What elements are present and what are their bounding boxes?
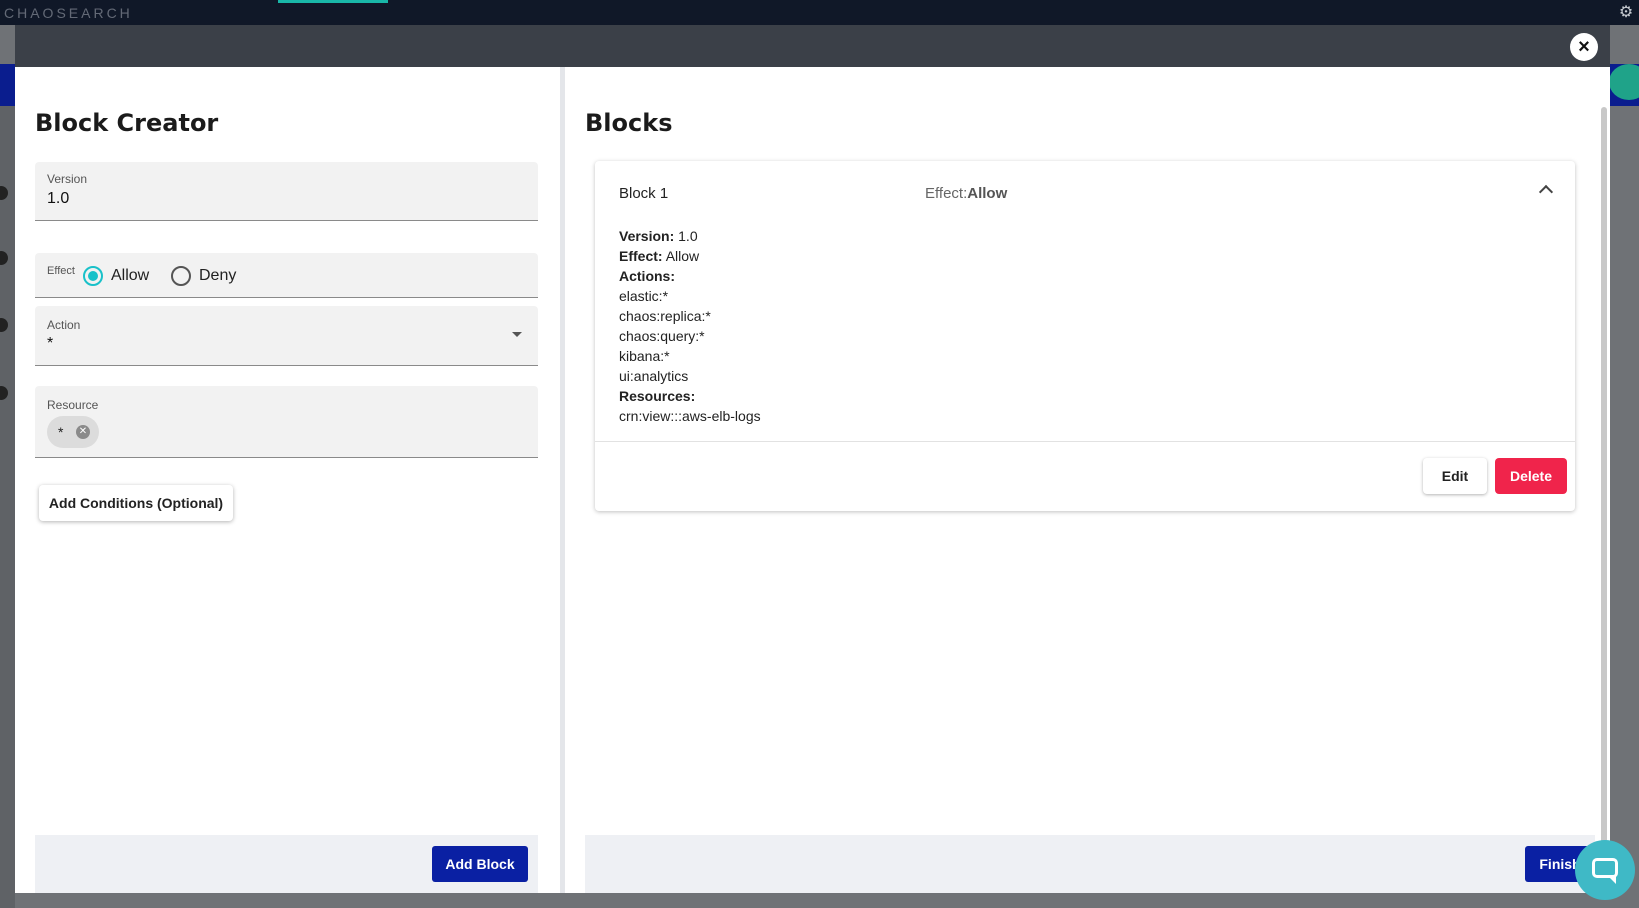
effect-deny-radio[interactable]: Deny <box>171 266 236 286</box>
chevron-up-icon[interactable] <box>1538 184 1554 200</box>
add-conditions-button[interactable]: Add Conditions (Optional) <box>39 485 233 521</box>
detail-actions-label: Actions: <box>619 266 761 286</box>
effect-allow-radio[interactable]: Allow <box>83 266 149 286</box>
background-app-title: CHAOSEARCH <box>4 5 133 21</box>
block-creator-footer: Add Block <box>35 835 538 893</box>
resource-label: Resource <box>47 398 99 412</box>
effect-deny-label: Deny <box>199 267 237 284</box>
version-label: Version <box>47 172 88 186</box>
blocks-footer: Finish <box>585 835 1595 893</box>
block-effect-summary: Effect:Allow <box>925 185 1007 202</box>
version-value[interactable]: 1.0 <box>47 190 69 208</box>
detail-effect: Effect: Allow <box>619 246 761 266</box>
action-select[interactable]: Action * <box>35 306 538 366</box>
detail-resources-label: Resources: <box>619 386 761 406</box>
scrollbar[interactable] <box>1601 107 1607 867</box>
gear-icon: ⚙ <box>1618 4 1634 21</box>
detail-actions-label-text: Actions: <box>619 268 675 284</box>
block-card: Block 1 Effect:Allow Version: 1.0 Effect… <box>595 161 1575 511</box>
resource-field[interactable]: Resource * ✕ <box>35 386 538 458</box>
remove-chip-icon[interactable]: ✕ <box>76 425 90 439</box>
chat-icon[interactable] <box>1575 840 1635 900</box>
block-creator-title: Block Creator <box>35 109 219 137</box>
block-details: Version: 1.0 Effect: Allow Actions: elas… <box>619 226 761 426</box>
add-block-button[interactable]: Add Block <box>432 846 528 882</box>
block-effect-value: Allow <box>967 185 1008 202</box>
version-field[interactable]: Version 1.0 <box>35 162 538 221</box>
action-label: Action <box>47 318 81 332</box>
detail-action-item: elastic:* <box>619 288 669 304</box>
modal-header <box>15 25 1610 67</box>
action-value: * <box>47 335 54 352</box>
detail-effect-label: Effect: <box>619 248 663 264</box>
block-name[interactable]: Block 1 <box>619 185 668 202</box>
detail-resources-label-text: Resources: <box>619 388 696 404</box>
detail-action-item: ui:analytics <box>619 368 689 384</box>
resource-chip-text: * <box>58 424 64 440</box>
detail-version: Version: 1.0 <box>619 226 761 246</box>
effect-allow-label: Allow <box>111 267 150 284</box>
blocks-panel: Blocks Block 1 Effect:Allow Version: 1.0… <box>565 67 1610 893</box>
background-active-tab-indicator <box>278 0 388 3</box>
close-icon[interactable]: × <box>1570 33 1598 61</box>
detail-version-value: 1.0 <box>678 228 698 244</box>
delete-button[interactable]: Delete <box>1495 458 1567 494</box>
detail-action-item: chaos:query:* <box>619 328 705 344</box>
effect-field: Effect Allow Deny <box>35 253 538 298</box>
detail-version-label: Version: <box>619 228 675 244</box>
block-creator-panel: Block Creator Version 1.0 Effect Allow D… <box>15 67 560 893</box>
caret-down-icon[interactable] <box>512 332 522 337</box>
effect-label: Effect <box>47 265 75 277</box>
detail-action-item: kibana:* <box>619 348 670 364</box>
radio-unchecked-icon <box>171 266 191 286</box>
detail-action-item: chaos:replica:* <box>619 308 711 324</box>
background-sidebar <box>0 106 15 908</box>
card-divider <box>595 441 1575 442</box>
detail-resource-item: crn:view:::aws-elb-logs <box>619 408 761 424</box>
block-effect-prefix: Effect: <box>925 185 968 202</box>
resource-chip: * ✕ <box>47 416 99 448</box>
background-top-bar: CHAOSEARCH ⚙ <box>0 0 1639 25</box>
blocks-title: Blocks <box>585 109 673 137</box>
radio-checked-icon <box>83 266 103 286</box>
modal-body: Block Creator Version 1.0 Effect Allow D… <box>15 67 1610 893</box>
edit-button[interactable]: Edit <box>1423 458 1487 494</box>
detail-effect-value: Allow <box>665 248 700 264</box>
